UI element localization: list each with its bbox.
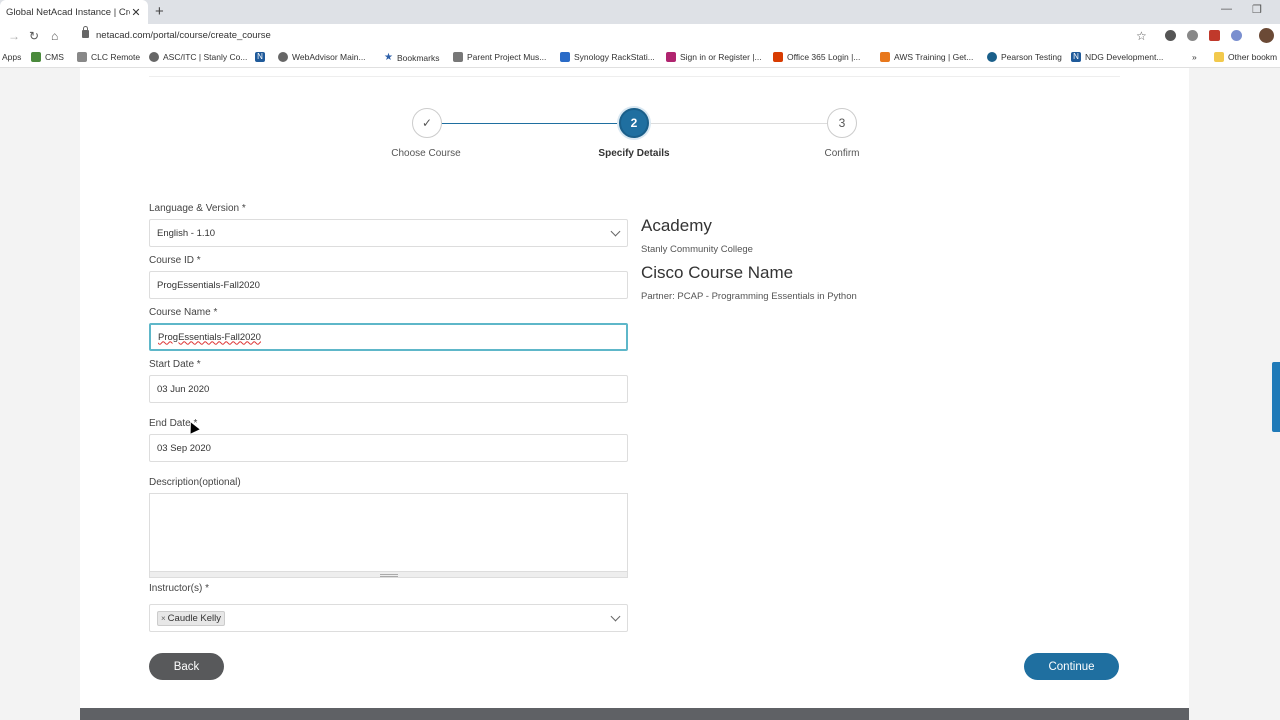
- cms-icon: [31, 52, 41, 62]
- instructor-chip-label: Caudle Kelly: [167, 612, 222, 624]
- page-footer: [80, 708, 1189, 720]
- site-icon: [453, 52, 463, 62]
- profile-avatar[interactable]: [1259, 28, 1274, 43]
- course-id-value: ProgEssentials-Fall2020: [157, 279, 260, 291]
- bookmark-aws[interactable]: AWS Training | Get...: [880, 52, 973, 62]
- chevron-down-icon: [610, 226, 621, 237]
- course-name-info-value: Partner: PCAP - Programming Essentials i…: [641, 291, 857, 302]
- tab-title: Global NetAcad Instance | Create: [6, 6, 130, 18]
- instructor-chip: × Caudle Kelly: [157, 610, 226, 626]
- step-connector-pending: [649, 123, 827, 124]
- minimize-icon[interactable]: —: [1221, 3, 1232, 15]
- language-version-label: Language & Version *: [149, 203, 246, 214]
- chevron-down-icon: [610, 611, 621, 622]
- remove-chip-icon[interactable]: ×: [161, 614, 166, 623]
- bookmark-netacad[interactable]: N: [255, 52, 265, 62]
- pdf-extension-icon[interactable]: [1209, 30, 1220, 41]
- address-bar[interactable]: netacad.com/portal/course/create_course: [96, 30, 271, 41]
- create-course-page: ✓ 2 3 Choose Course Specify Details Conf…: [80, 68, 1189, 708]
- step-label-choose-course: Choose Course: [391, 148, 461, 159]
- language-version-value: English - 1.10: [157, 227, 216, 239]
- extension-icon[interactable]: [1165, 30, 1176, 41]
- star-icon: ★: [384, 52, 393, 63]
- instructors-select[interactable]: × Caudle Kelly: [149, 604, 628, 632]
- extension-icon[interactable]: [1187, 30, 1198, 41]
- step-3-circle: 3: [827, 108, 857, 138]
- bookmark-webadvisor[interactable]: WebAdvisor Main...: [278, 52, 366, 62]
- end-date-value: 03 Sep 2020: [157, 442, 211, 454]
- start-date-value: 03 Jun 2020: [157, 383, 210, 395]
- course-name-heading: Cisco Course Name: [641, 263, 794, 282]
- bookmark-office365[interactable]: Office 365 Login |...: [773, 52, 860, 62]
- bookmark-cms[interactable]: CMS: [31, 52, 64, 62]
- browser-nav-bar: → ↻ ⌂ netacad.com/portal/course/create_c…: [0, 24, 1280, 48]
- browser-tab[interactable]: Global NetAcad Instance | Create ✕: [0, 0, 148, 24]
- bookmark-synology[interactable]: Synology RackStati...: [560, 52, 655, 62]
- bookmarks-bar: Apps CMS CLC Remote ASC/ITC | Stanly Co.…: [0, 48, 1280, 68]
- office-icon: [773, 52, 783, 62]
- step-connector-done: [441, 123, 619, 124]
- instructors-label: Instructor(s) *: [149, 583, 210, 594]
- lock-icon: [82, 26, 89, 38]
- bookmark-apps[interactable]: Apps: [2, 52, 21, 62]
- new-tab-button[interactable]: +: [155, 4, 164, 20]
- course-id-input[interactable]: ProgEssentials-Fall2020: [149, 271, 628, 299]
- step-label-specify-details: Specify Details: [598, 148, 670, 159]
- start-date-input[interactable]: 03 Jun 2020: [149, 375, 628, 403]
- step-2-circle: 2: [619, 108, 649, 138]
- bookmark-edx[interactable]: Sign in or Register |...: [666, 52, 762, 62]
- divider: [149, 76, 1120, 77]
- bookmark-asc-itc[interactable]: ASC/ITC | Stanly Co...: [149, 52, 247, 62]
- remote-icon: [77, 52, 87, 62]
- pearson-icon: [987, 52, 997, 62]
- course-name-value: ProgEssentials-Fall2020: [158, 331, 261, 343]
- folder-icon: [1214, 52, 1224, 62]
- description-textarea[interactable]: [149, 493, 628, 578]
- bookmark-pearson[interactable]: Pearson Testing: [987, 52, 1062, 62]
- bookmark-clc-remote[interactable]: CLC Remote: [77, 52, 140, 62]
- bookmark-star-icon[interactable]: ☆: [1136, 29, 1147, 43]
- course-name-input[interactable]: ProgEssentials-Fall2020: [149, 323, 628, 351]
- feedback-tab[interactable]: [1272, 362, 1280, 432]
- course-name-label: Course Name *: [149, 307, 218, 318]
- end-date-input[interactable]: 03 Sep 2020: [149, 434, 628, 462]
- bookmark-other[interactable]: Other bookm: [1214, 52, 1277, 62]
- dsm-icon: [560, 52, 570, 62]
- netacad-n-icon: N: [1071, 52, 1081, 62]
- browser-tab-bar: Global NetAcad Instance | Create ✕ + — ❐: [0, 0, 1280, 24]
- language-version-select[interactable]: English - 1.10: [149, 219, 628, 247]
- back-button[interactable]: Back: [149, 653, 224, 680]
- forward-arrow-icon[interactable]: →: [8, 29, 20, 43]
- resize-handle[interactable]: [150, 571, 627, 577]
- netacad-n-icon: N: [255, 52, 265, 62]
- globe-icon: [278, 52, 288, 62]
- step-1-check-icon[interactable]: ✓: [412, 108, 442, 138]
- bookmark-ndg[interactable]: N NDG Development...: [1071, 52, 1163, 62]
- academy-heading: Academy: [641, 216, 712, 235]
- continue-button[interactable]: Continue: [1024, 653, 1119, 680]
- restore-icon[interactable]: ❐: [1252, 3, 1262, 16]
- reload-icon[interactable]: ↻: [29, 29, 39, 43]
- aws-icon: [880, 52, 890, 62]
- start-date-label: Start Date *: [149, 359, 201, 370]
- edx-icon: [666, 52, 676, 62]
- bookmark-parent-project[interactable]: Parent Project Mus...: [453, 52, 546, 62]
- more-bookmarks-button[interactable]: »: [1192, 52, 1197, 62]
- bookmark-bookmarks[interactable]: ★ Bookmarks: [384, 52, 439, 63]
- course-id-label: Course ID *: [149, 255, 201, 266]
- step-label-confirm: Confirm: [824, 148, 860, 159]
- home-icon[interactable]: ⌂: [51, 29, 58, 43]
- globe-icon: [149, 52, 159, 62]
- description-label: Description(optional): [149, 477, 241, 488]
- extension-icon[interactable]: [1231, 30, 1242, 41]
- academy-value: Stanly Community College: [641, 244, 753, 255]
- close-tab-icon[interactable]: ✕: [130, 6, 142, 19]
